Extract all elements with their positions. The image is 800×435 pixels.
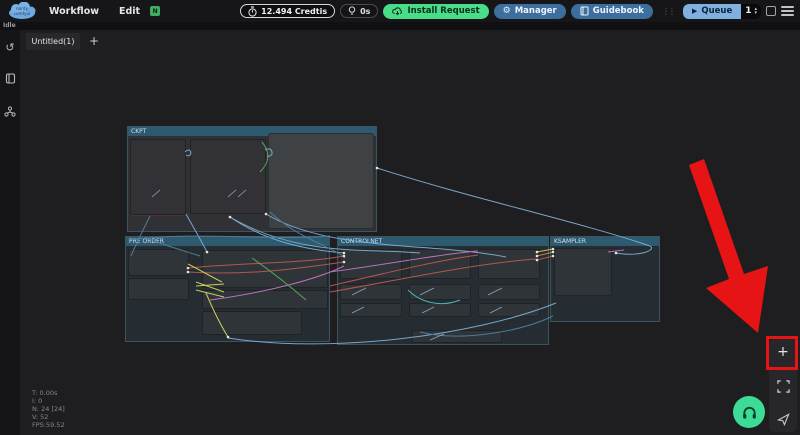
- node-panel[interactable]: [128, 249, 189, 276]
- manager-label: Manager: [515, 6, 557, 16]
- annotation-arrow: [0, 0, 800, 435]
- wires-layer: [0, 0, 800, 435]
- node-panel[interactable]: [340, 249, 402, 279]
- book-icon: [580, 6, 589, 16]
- headphones-icon: [741, 405, 758, 420]
- add-tab-button[interactable]: +: [89, 34, 99, 48]
- stat-time: T: 0.00s: [32, 389, 65, 397]
- node-panel[interactable]: [478, 284, 540, 300]
- node-panel[interactable]: [412, 330, 502, 343]
- node-panel[interactable]: [340, 303, 402, 317]
- stopwatch-icon: [248, 6, 257, 17]
- install-request-button[interactable]: Install Request: [383, 4, 488, 19]
- fit-view-icon[interactable]: [777, 380, 790, 393]
- gear-icon: ⚙: [503, 6, 511, 16]
- interrupt-button[interactable]: [766, 6, 776, 16]
- library-icon[interactable]: [5, 73, 16, 86]
- queue-count-stepper[interactable]: 1 ▴ ▾: [741, 4, 761, 19]
- beta-badge: N: [150, 6, 160, 16]
- guidebook-button[interactable]: Guidebook: [571, 4, 653, 19]
- menu-edit[interactable]: Edit: [109, 6, 150, 17]
- topbar-menu-icon[interactable]: [781, 4, 794, 18]
- credits-label: 12.494 Credtis: [261, 7, 327, 16]
- note-panel[interactable]: [268, 133, 374, 229]
- svg-text:comfyui: comfyui: [14, 11, 31, 16]
- select-cursor-icon[interactable]: [777, 413, 790, 426]
- add-node-button[interactable]: +: [777, 345, 789, 359]
- canvas-toolbar: +: [769, 339, 797, 432]
- node-panel[interactable]: [190, 139, 266, 214]
- perf-stats: T: 0.00s I: 0 N: 24 [24] V: 52 FPS:59.52: [32, 389, 65, 429]
- stat-iterations: I: 0: [32, 397, 65, 405]
- timer-pill[interactable]: 0s: [340, 4, 378, 18]
- status-strip: [0, 22, 800, 30]
- node-panel[interactable]: [478, 303, 540, 317]
- node-panel[interactable]: [202, 311, 302, 335]
- queue-label: Queue: [701, 6, 732, 16]
- node-panel[interactable]: [128, 278, 189, 300]
- assistant-button[interactable]: [733, 396, 765, 428]
- node-panel[interactable]: [202, 250, 328, 288]
- queue-button[interactable]: ▶ Queue: [683, 4, 741, 19]
- group-title: CONTROLNET: [338, 237, 548, 246]
- stat-nodes: N: 24 [24]: [32, 405, 65, 413]
- history-icon[interactable]: ↺: [5, 42, 14, 53]
- cloud-download-icon: [392, 7, 403, 16]
- stepper-down-icon[interactable]: ▾: [754, 11, 757, 15]
- node-panel[interactable]: [130, 139, 186, 215]
- node-panel[interactable]: [202, 290, 328, 309]
- app-logo[interactable]: nordy comfyui: [5, 2, 39, 21]
- top-menubar: nordy comfyui Workflow Edit N 12.494 Cre…: [0, 0, 800, 22]
- group-title: KSAMPLER: [551, 237, 659, 246]
- play-icon: ▶: [692, 7, 697, 15]
- bulb-icon: [348, 6, 356, 16]
- group-title: PRE ORDER: [126, 237, 329, 246]
- manager-button[interactable]: ⚙ Manager: [494, 4, 566, 19]
- app-window: nordy comfyui Workflow Edit N 12.494 Cre…: [0, 0, 800, 435]
- node-panel[interactable]: [478, 249, 540, 279]
- install-request-label: Install Request: [407, 6, 479, 16]
- cloud-logo-icon: nordy comfyui: [6, 2, 38, 20]
- menu-workflow[interactable]: Workflow: [39, 6, 109, 17]
- stat-fps: FPS:59.52: [32, 421, 65, 429]
- guidebook-label: Guidebook: [593, 6, 644, 16]
- node-panel[interactable]: [554, 248, 612, 296]
- node-panel[interactable]: [409, 303, 471, 317]
- credits-pill[interactable]: 12.494 Credtis: [240, 4, 335, 18]
- queue-count-value: 1: [745, 6, 751, 16]
- status-idle-label: Idle: [3, 22, 16, 29]
- node-panel[interactable]: [340, 284, 402, 300]
- timer-label: 0s: [360, 7, 370, 16]
- queue-drag-handle[interactable]: ⋮⋮: [662, 8, 674, 15]
- workflow-tab[interactable]: Untitled(1): [26, 33, 80, 50]
- workflow-tree-icon[interactable]: [4, 106, 16, 119]
- node-panel[interactable]: [409, 249, 471, 279]
- node-panel[interactable]: [409, 284, 471, 300]
- left-sidebar: ↺: [0, 30, 20, 435]
- stat-version: V: 52: [32, 413, 65, 421]
